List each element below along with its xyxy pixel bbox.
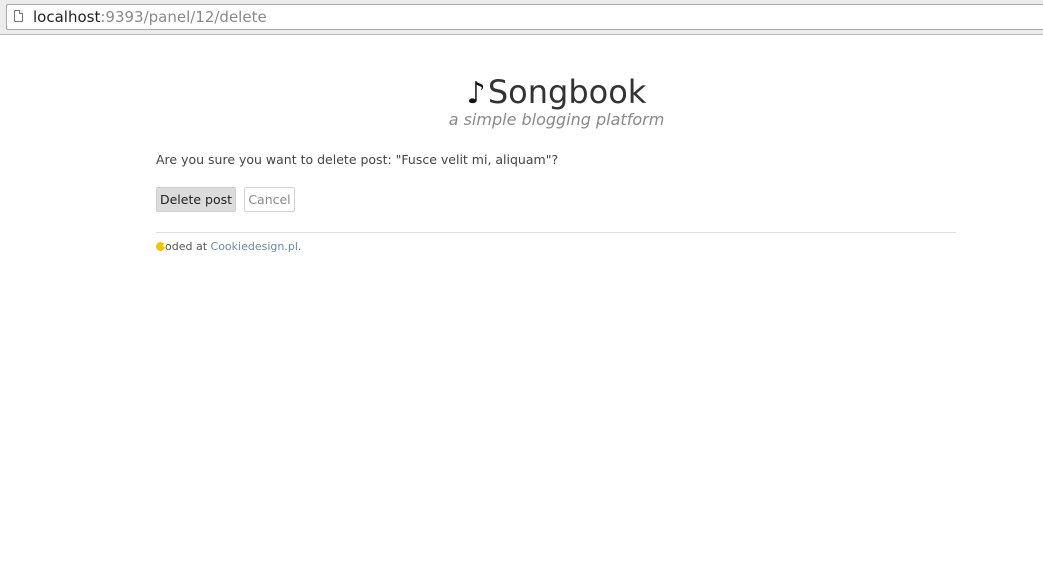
tagline: a simple blogging platform xyxy=(448,110,665,129)
page-icon xyxy=(14,10,23,22)
cookiedesign-link[interactable]: Cookiedesign.pl xyxy=(211,240,298,253)
footer-suffix: . xyxy=(297,240,302,253)
cookie-icon xyxy=(156,242,166,251)
url-text[interactable]: localhost:9393/panel/12/delete xyxy=(33,8,267,26)
footer: oded at Cookiedesign.pl. xyxy=(156,240,301,253)
footer-text: oded at xyxy=(165,240,211,253)
address-bar[interactable]: localhost:9393/panel/12/delete xyxy=(6,4,1043,30)
cancel-button[interactable]: Cancel xyxy=(244,187,295,212)
delete-confirmation-text: Are you sure you want to delete post: "F… xyxy=(156,152,559,167)
url-path: :9393/panel/12/delete xyxy=(100,8,267,26)
music-note-icon: ♪ xyxy=(466,76,486,111)
browser-toolbar: localhost:9393/panel/12/delete xyxy=(0,0,1043,35)
site-title-text: Songbook xyxy=(487,73,647,111)
url-host: localhost xyxy=(33,8,101,26)
footer-divider xyxy=(156,232,956,233)
delete-post-button[interactable]: Delete post xyxy=(156,187,236,212)
